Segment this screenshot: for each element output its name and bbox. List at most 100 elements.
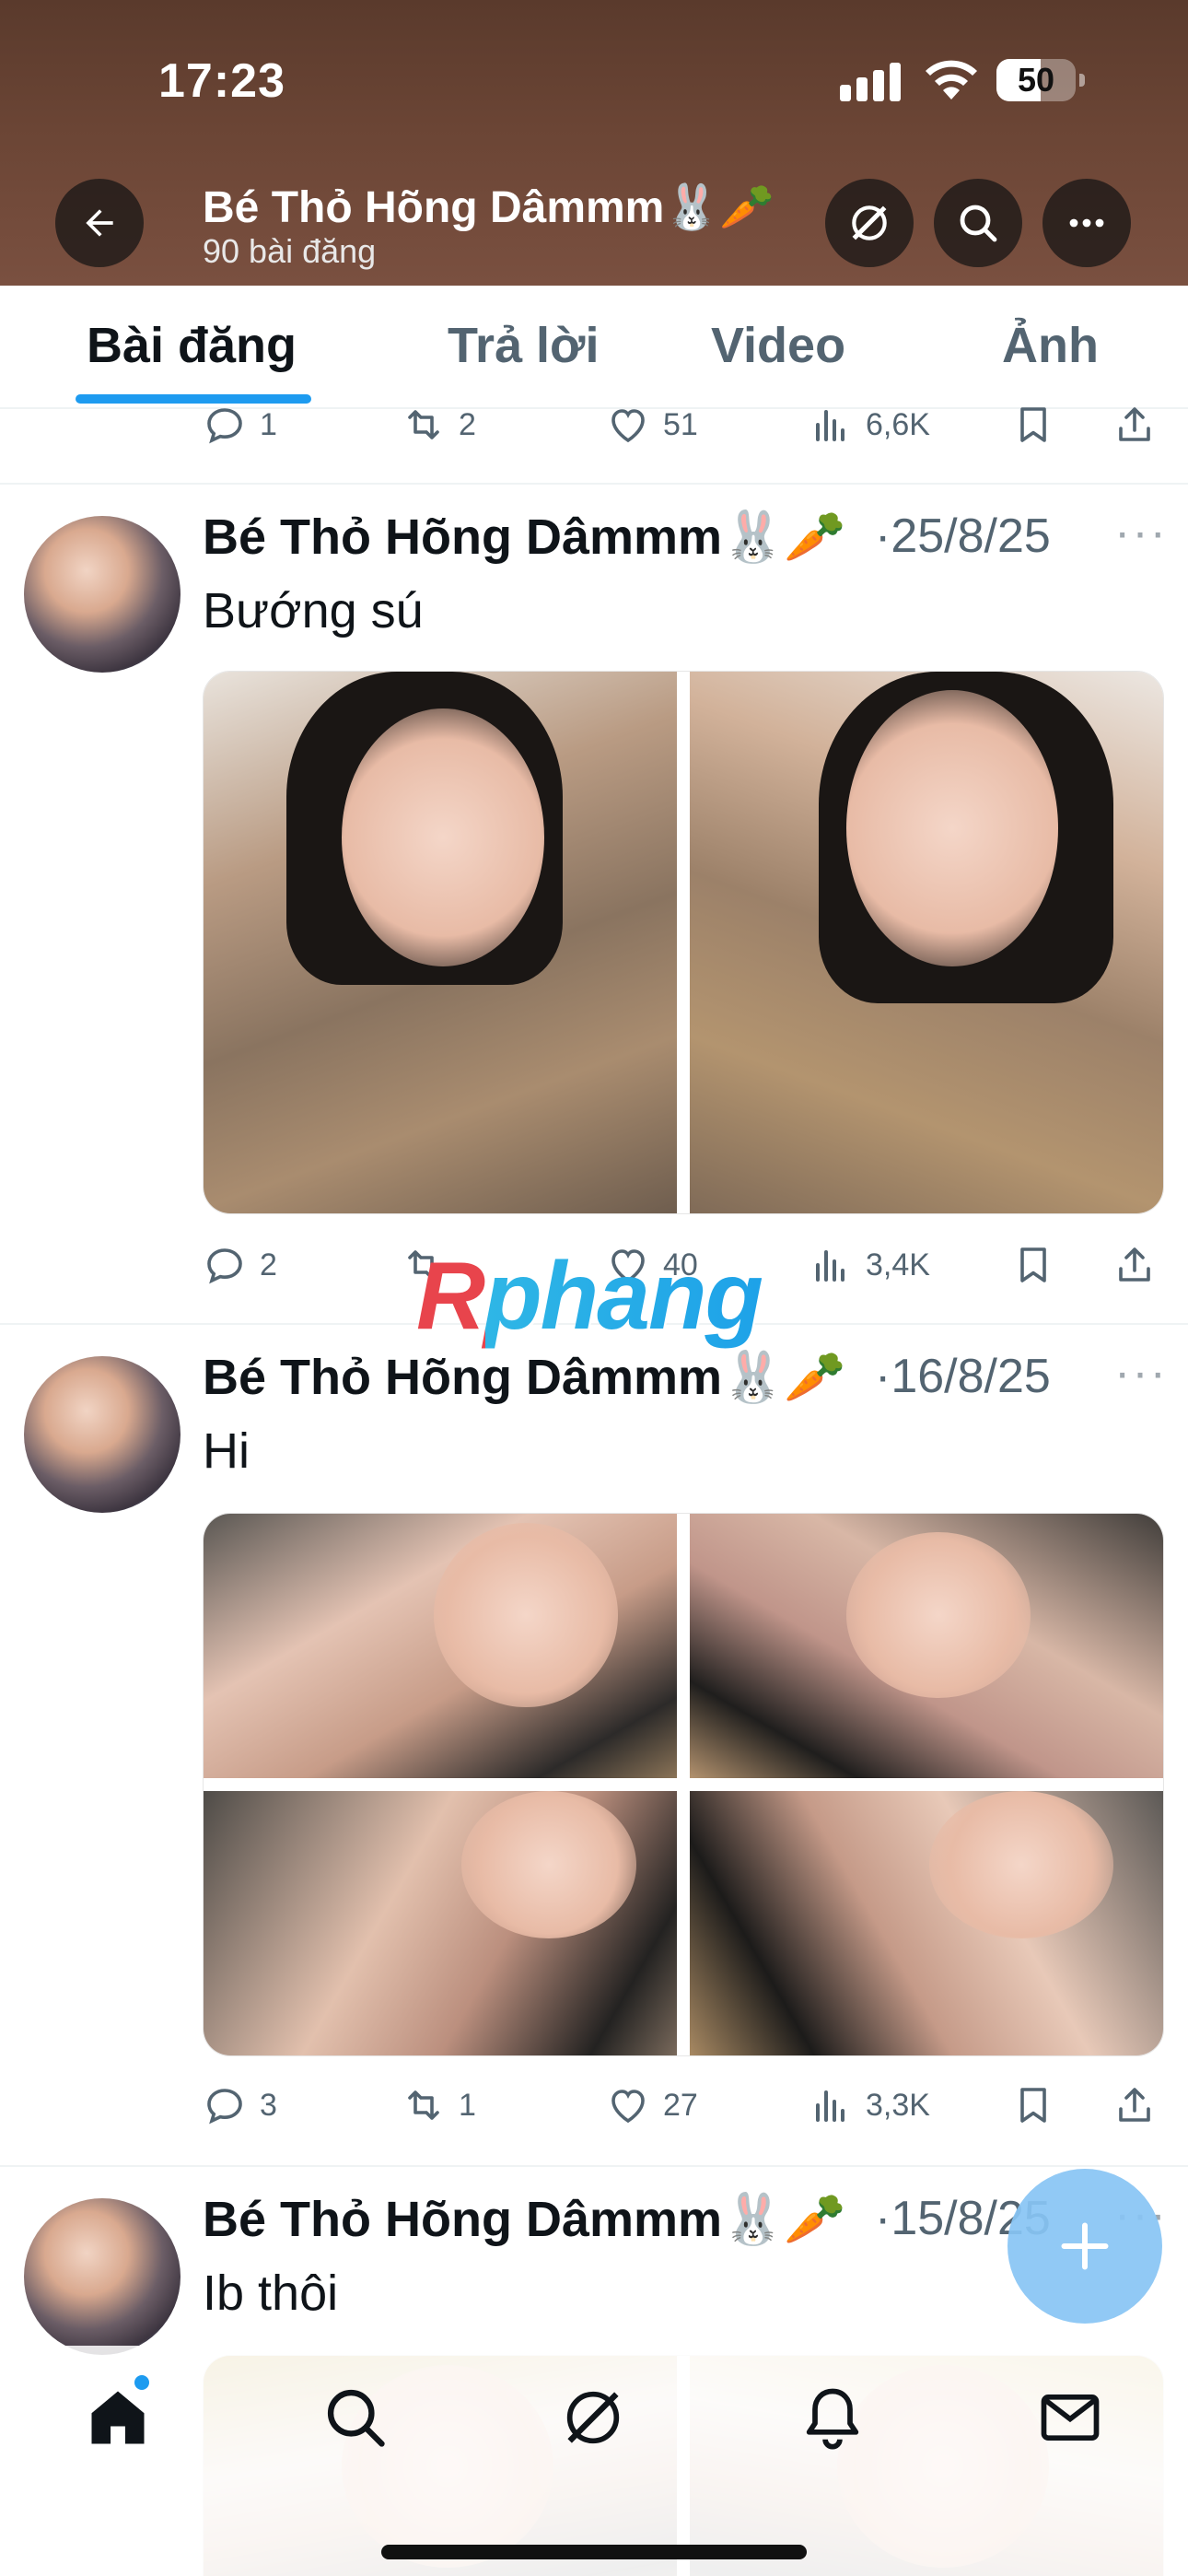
profile-tabs: Bài đăng Trả lời Video Ảnh — [0, 286, 1188, 409]
views-icon — [816, 1250, 844, 1282]
bell-icon[interactable] — [798, 2383, 868, 2453]
views-button[interactable]: 6,6K — [809, 392, 930, 457]
post-photo[interactable] — [204, 672, 677, 1213]
post-media[interactable] — [203, 671, 1164, 1214]
share-icon — [1119, 1247, 1150, 1282]
prev-post-actions: 1 2 51 6,6K — [0, 392, 1188, 457]
profile-page: 17:23 50 Bé Thỏ Hõng Dâmmm🐰🥕 90 bài đăng — [0, 0, 1188, 2576]
reply-icon — [207, 2089, 242, 2125]
repost-count: 1 — [459, 2087, 476, 2123]
post-date[interactable]: ·25/8/25 — [875, 509, 1051, 564]
reply-count: 1 — [260, 406, 277, 442]
reply-button[interactable]: 3 — [203, 2073, 277, 2137]
view-count: 3,4K — [866, 1247, 930, 1282]
post-text: Ib thôi — [203, 2266, 339, 2321]
tab-replies[interactable]: Trả lời — [448, 317, 599, 374]
post-photo[interactable] — [204, 1791, 677, 2055]
grok-icon — [852, 205, 887, 240]
home-icon[interactable] — [83, 2383, 153, 2453]
views-button[interactable]: 3,3K — [809, 2073, 930, 2137]
post-photo[interactable] — [690, 1514, 1163, 1778]
share-button[interactable] — [1112, 1233, 1170, 1297]
bookmark-icon — [1020, 407, 1046, 442]
back-button[interactable] — [55, 179, 144, 267]
like-button[interactable]: 27 — [606, 2073, 698, 2137]
post-divider — [0, 2165, 1188, 2167]
bookmark-button[interactable] — [1011, 1233, 1068, 1297]
status-time: 17:23 — [158, 54, 285, 108]
bookmark-icon — [1020, 2088, 1046, 2123]
post-photo[interactable] — [690, 1791, 1163, 2055]
grok-button[interactable] — [825, 179, 914, 267]
heart-icon — [611, 2090, 645, 2124]
post-author[interactable]: Bé Thỏ Hõng Dâmmm🐰🥕 — [203, 509, 846, 567]
repost-button[interactable]: 2 — [402, 392, 476, 457]
bottom-navigation — [0, 2346, 1188, 2576]
avatar[interactable] — [24, 516, 181, 673]
avatar[interactable] — [24, 2198, 181, 2355]
reply-icon — [207, 408, 242, 444]
tab-photos[interactable]: Ảnh — [1002, 317, 1099, 374]
reply-count: 3 — [260, 2087, 277, 2123]
wifi-icon — [926, 60, 977, 100]
bookmark-button[interactable] — [1011, 392, 1068, 457]
battery-level: 50 — [1017, 61, 1055, 99]
grok-icon[interactable] — [558, 2383, 628, 2453]
avatar[interactable] — [24, 1356, 181, 1513]
compose-post-button[interactable] — [1007, 2169, 1162, 2324]
post-photo[interactable] — [204, 1514, 677, 1778]
repost-count: 2 — [459, 406, 476, 442]
bookmark-button[interactable] — [1011, 2073, 1068, 2137]
plus-icon — [1061, 2222, 1109, 2270]
like-count: 27 — [663, 2087, 698, 2123]
post-divider — [0, 483, 1188, 485]
search-icon[interactable] — [320, 2383, 390, 2453]
post-text: Bướng sú — [203, 583, 424, 638]
post-media[interactable] — [203, 1513, 1164, 2056]
heart-icon — [611, 409, 645, 443]
like-count: 51 — [663, 406, 698, 442]
reply-button[interactable]: 1 — [203, 392, 277, 457]
post-date[interactable]: ·16/8/25 — [875, 1349, 1051, 1404]
share-icon — [1119, 407, 1150, 441]
share-button[interactable] — [1112, 2073, 1170, 2137]
post-count: 90 bài đăng — [203, 232, 377, 270]
view-count: 3,3K — [866, 2087, 930, 2123]
post-actions: 3 1 27 3,3K — [0, 2073, 1188, 2137]
more-options-button[interactable] — [1042, 179, 1131, 267]
views-icon — [816, 410, 844, 441]
tab-video[interactable]: Video — [711, 317, 845, 374]
status-bar: 17:23 50 — [0, 0, 1188, 157]
reply-button[interactable]: 2 — [203, 1233, 277, 1297]
post-text: Hi — [203, 1423, 250, 1479]
watermark: Rphang — [416, 1243, 763, 1350]
share-icon — [1119, 2088, 1150, 2122]
profile-header: 17:23 50 Bé Thỏ Hõng Dâmmm🐰🥕 90 bài đăng — [0, 0, 1188, 286]
ellipsis-icon — [1069, 218, 1104, 228]
notification-dot — [134, 2375, 149, 2390]
battery-icon: 50 — [996, 59, 1085, 101]
profile-name: Bé Thỏ Hõng Dâmmm🐰🥕 — [203, 183, 775, 232]
search-icon — [960, 205, 997, 242]
repost-icon — [408, 2090, 439, 2120]
share-button[interactable] — [1112, 392, 1170, 457]
post-author[interactable]: Bé Thỏ Hõng Dâmmm🐰🥕 — [203, 1349, 846, 1407]
repost-button[interactable]: 1 — [402, 2073, 476, 2137]
reply-count: 2 — [260, 1247, 277, 1282]
post-author[interactable]: Bé Thỏ Hõng Dâmmm🐰🥕 — [203, 2191, 846, 2249]
repost-icon — [408, 410, 439, 439]
like-button[interactable]: 51 — [606, 392, 698, 457]
views-button[interactable]: 3,4K — [809, 1233, 930, 1297]
arrow-left-icon — [86, 209, 113, 237]
post-photo[interactable] — [690, 672, 1163, 1213]
bookmark-icon — [1020, 1247, 1046, 1282]
search-button[interactable] — [934, 179, 1022, 267]
home-indicator — [381, 2545, 807, 2559]
reply-icon — [207, 1248, 242, 1284]
mail-icon[interactable] — [1035, 2383, 1105, 2453]
views-icon — [816, 2090, 844, 2122]
post-more-button[interactable]: ··· — [1114, 1345, 1168, 1400]
post-more-button[interactable]: ··· — [1114, 505, 1168, 560]
view-count: 6,6K — [866, 406, 930, 442]
tab-posts[interactable]: Bài đăng — [87, 317, 297, 374]
